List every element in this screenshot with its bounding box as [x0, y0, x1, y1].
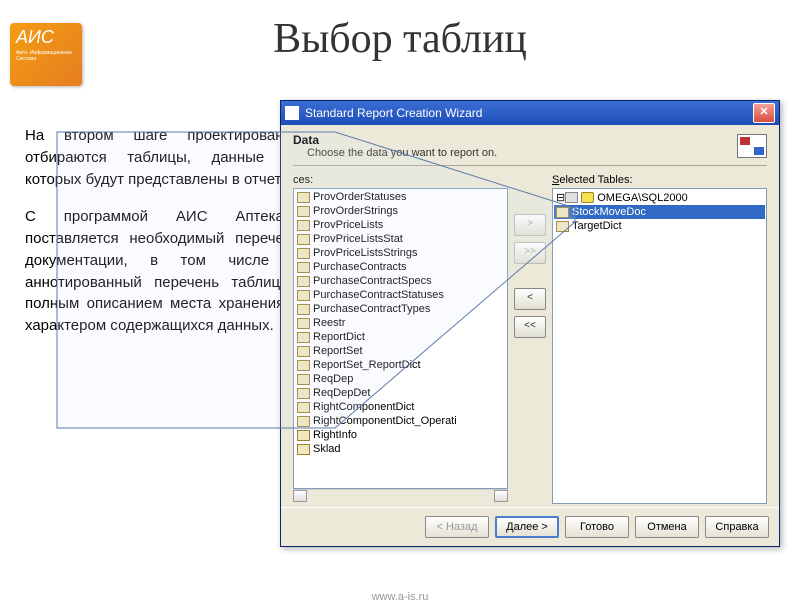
back-button[interactable]: < Назад	[425, 516, 489, 538]
description-text: На втором шаге проектирования отбираются…	[25, 125, 300, 353]
table-item[interactable]: RightComponentDict	[295, 400, 506, 414]
remove-button[interactable]: <	[514, 288, 546, 310]
wizard-button-bar: < Назад Далее > Готово Отмена Справка	[281, 507, 779, 546]
table-icon	[297, 430, 310, 441]
table-icon	[297, 416, 310, 427]
table-item[interactable]: ReportDict	[295, 330, 506, 344]
app-icon	[285, 106, 299, 120]
table-icon	[297, 276, 310, 287]
table-item[interactable]: ReqDep	[295, 372, 506, 386]
add-button[interactable]: >	[514, 214, 546, 236]
table-icon	[297, 248, 310, 259]
help-button[interactable]: Справка	[705, 516, 769, 538]
server-node[interactable]: ⊟ OMEGA\SQL2000	[554, 190, 765, 205]
table-icon	[297, 374, 310, 385]
table-icon	[297, 388, 310, 399]
table-icon	[297, 360, 310, 371]
table-item[interactable]: RightComponentDict_Operati	[295, 414, 506, 428]
table-item[interactable]: PurchaseContractStatuses	[295, 288, 506, 302]
table-item[interactable]: PurchaseContractSpecs	[295, 274, 506, 288]
wizard-step-header: Data Choose the data you want to report …	[293, 133, 767, 166]
add-all-button[interactable]: >>	[514, 242, 546, 264]
table-icon	[297, 192, 310, 203]
table-icon	[297, 234, 310, 245]
table-icon	[297, 262, 310, 273]
table-item[interactable]: PurchaseContracts	[295, 260, 506, 274]
data-link-icon	[737, 134, 767, 158]
table-item[interactable]: ProvPriceListsStat	[295, 232, 506, 246]
available-label: ces:	[293, 174, 508, 186]
table-item[interactable]: Sklad	[295, 442, 506, 456]
table-item[interactable]: ReportSet_ReportDict	[295, 358, 506, 372]
cancel-button[interactable]: Отмена	[635, 516, 699, 538]
available-tables-list[interactable]: ProvOrderStatusesProvOrderStringsProvPri…	[293, 188, 508, 489]
close-button[interactable]: ✕	[753, 103, 775, 123]
wizard-dialog: Standard Report Creation Wizard ✕ Data C…	[280, 100, 780, 547]
selected-table-item[interactable]: StockMoveDoc	[554, 205, 765, 219]
table-item[interactable]: ProvPriceListsStrings	[295, 246, 506, 260]
table-item[interactable]: ReportSet	[295, 344, 506, 358]
footer-url: www.a-is.ru	[0, 591, 800, 603]
table-item[interactable]: PurchaseContractTypes	[295, 302, 506, 316]
table-icon	[297, 206, 310, 217]
table-icon	[297, 290, 310, 301]
dialog-titlebar[interactable]: Standard Report Creation Wizard ✕	[281, 101, 779, 125]
database-icon	[581, 192, 594, 203]
step-subtitle: Choose the data you want to report on.	[307, 147, 737, 159]
table-icon	[297, 318, 310, 329]
table-icon	[297, 220, 310, 231]
table-item[interactable]: ProvOrderStatuses	[295, 190, 506, 204]
finish-button[interactable]: Готово	[565, 516, 629, 538]
selected-table-item[interactable]: TargetDict	[554, 219, 765, 233]
horizontal-scrollbar[interactable]	[293, 489, 508, 504]
table-icon	[556, 221, 569, 232]
selected-tables-tree[interactable]: ⊟ OMEGA\SQL2000StockMoveDocTargetDict	[552, 188, 767, 504]
table-item[interactable]: RightInfo	[295, 428, 506, 442]
table-icon	[297, 346, 310, 357]
dialog-title: Standard Report Creation Wizard	[305, 106, 482, 120]
table-icon	[297, 332, 310, 343]
table-icon	[297, 402, 310, 413]
table-item[interactable]: ProvPriceLists	[295, 218, 506, 232]
brand-logo: АИС Авто- Информационная Система	[10, 23, 82, 86]
table-icon	[297, 304, 310, 315]
table-item[interactable]: Reestr	[295, 316, 506, 330]
server-icon	[565, 192, 578, 203]
table-icon	[297, 444, 310, 455]
selected-label: SSelected Tables:elected Tables:	[552, 174, 767, 186]
table-icon	[556, 207, 569, 218]
step-title: Data	[293, 133, 737, 147]
page-title: Выбор таблиц	[0, 15, 800, 63]
table-item[interactable]: ProvOrderStrings	[295, 204, 506, 218]
remove-all-button[interactable]: <<	[514, 316, 546, 338]
table-item[interactable]: ReqDepDet	[295, 386, 506, 400]
next-button[interactable]: Далее >	[495, 516, 559, 538]
